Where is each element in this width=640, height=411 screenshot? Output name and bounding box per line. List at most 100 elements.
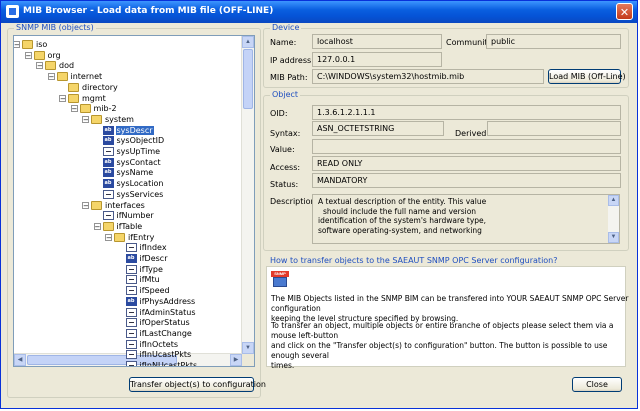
tree-node[interactable]: ab ifPhysAddress (125, 296, 197, 307)
tree-node[interactable]: sysUpTime (102, 146, 162, 157)
mib-object-icon (125, 339, 137, 349)
collapse-icon[interactable]: − (105, 233, 112, 241)
scroll-down-icon[interactable]: ▼ (608, 232, 619, 243)
collapse-icon[interactable]: − (93, 222, 101, 230)
tree-node[interactable]: − interfaces (82, 200, 146, 211)
tree-node[interactable]: ab sysObjectID (102, 135, 166, 146)
title-bar[interactable]: MIB Browser - Load data from MIB file (O… (1, 1, 637, 23)
collapse-icon[interactable]: − (14, 41, 20, 49)
syntax-field[interactable]: ASN_OCTETSTRING (312, 121, 444, 136)
tree-node[interactable]: − mib-2 (70, 103, 118, 114)
tree-node-label: ifDescr (139, 254, 168, 263)
string-object-icon: ab (102, 157, 114, 167)
description-box[interactable]: A textual description of the entity. Thi… (312, 194, 620, 244)
howto-paragraph-1: The MIB Objects listed in the SNMP BIM c… (271, 294, 637, 324)
transfer-objects-button[interactable]: Transfer object(s) to configuration (129, 377, 266, 392)
collapse-icon[interactable]: − (59, 94, 66, 102)
tree-node-label: mib-2 (93, 104, 117, 114)
scroll-right-icon[interactable]: ▶ (230, 354, 242, 366)
device-group-label: Device (270, 23, 302, 32)
object-group-label: Object (270, 90, 301, 99)
collapse-icon[interactable]: − (82, 115, 89, 123)
description-scrollbar[interactable]: ▲ ▼ (608, 195, 619, 243)
tree-node-label: ifAdminStatus (139, 307, 196, 317)
scroll-up-icon[interactable]: ▲ (608, 195, 619, 206)
tree-node[interactable]: ifMtu (125, 274, 161, 285)
tree-node[interactable]: − ifEntry (105, 232, 155, 243)
description-line: A textual description of the entity. Thi… (318, 197, 487, 206)
string-object-icon: ab (125, 296, 137, 306)
tree-node[interactable]: directory (68, 82, 119, 93)
mib-tree[interactable]: ▲ ▼ ◀ ▶ − iso − org − dod − internet directory − m… (13, 35, 255, 367)
string-object-icon: ab (102, 125, 114, 135)
collapse-icon[interactable]: − (70, 105, 78, 113)
tree-node-label: ifType (139, 264, 163, 274)
description-text: A textual description of the entity. Thi… (318, 197, 603, 235)
tree-node[interactable]: sysServices (102, 189, 165, 200)
tree-node[interactable]: − iso (14, 39, 48, 50)
tree-node[interactable]: − org (24, 50, 62, 61)
tree-node[interactable]: ifAdminStatus (125, 307, 197, 318)
tree-node[interactable]: ifNumber (102, 210, 155, 221)
oid-field[interactable]: 1.3.6.1.2.1.1.1 (312, 105, 621, 120)
derived-field[interactable] (487, 121, 621, 136)
tree-node[interactable]: − mgmt (59, 93, 107, 104)
howto-line: The MIB Objects listed in the SNMP BIM c… (271, 294, 629, 313)
mib-object-icon (125, 275, 137, 285)
collapse-icon[interactable]: − (24, 51, 32, 59)
mib-object-icon (125, 361, 137, 366)
tree-node[interactable]: ifInUcastPkts (125, 349, 193, 360)
tree-node-label: system (105, 114, 134, 124)
howto-line: and click on the "Transfer object(s) to … (271, 341, 608, 360)
value-field[interactable] (312, 139, 621, 154)
community-field[interactable]: public (486, 34, 621, 49)
window-close-button[interactable]: ✕ (616, 3, 633, 20)
snmp-icon: SNMP (271, 271, 289, 287)
tree-node-label: org (47, 50, 61, 60)
tree-node[interactable]: ifOperStatus (125, 317, 191, 328)
mib-object-icon (125, 264, 137, 274)
tree-node[interactable]: ifType (125, 264, 164, 275)
scroll-down-icon[interactable]: ▼ (242, 342, 254, 354)
collapse-icon[interactable]: − (36, 62, 43, 70)
collapse-icon[interactable]: − (82, 201, 89, 209)
tree-vscroll-thumb[interactable] (243, 49, 253, 109)
status-field[interactable]: MANDATORY (312, 173, 621, 188)
access-field[interactable]: READ ONLY (312, 156, 621, 171)
tree-node-label: mgmt (82, 93, 106, 103)
ip-address-field[interactable]: 127.0.0.1 (312, 52, 442, 67)
mib-object-icon (125, 328, 137, 338)
scroll-left-icon[interactable]: ◀ (14, 354, 26, 366)
tree-node[interactable]: ab sysLocation (102, 178, 165, 189)
derived-label: Derived: (455, 129, 490, 138)
scroll-up-icon[interactable]: ▲ (242, 36, 254, 48)
syntax-label: Syntax: (270, 129, 301, 138)
tree-node[interactable]: ifLastChange (125, 328, 193, 339)
tree-node[interactable]: ab ifDescr (125, 253, 169, 264)
tree-node[interactable]: ifSpeed (125, 285, 171, 296)
tree-node[interactable]: ifInOctets (125, 339, 180, 350)
tree-node-label: sysObjectID (116, 136, 165, 146)
folder-icon (45, 61, 56, 71)
tree-node[interactable]: − internet (47, 71, 104, 82)
tree-node-label: ifLastChange (139, 328, 192, 338)
tree-vertical-scrollbar[interactable]: ▲ ▼ (241, 36, 254, 354)
name-field[interactable]: localhost (312, 34, 442, 49)
tree-node[interactable]: ab sysContact (102, 157, 162, 168)
mib-object-icon (125, 286, 137, 296)
tree-node[interactable]: − system (82, 114, 135, 125)
tree-node[interactable]: ab sysDescr (102, 125, 154, 136)
tree-node[interactable]: − dod (36, 60, 75, 71)
howto-line: times. (271, 361, 295, 370)
load-mib-button[interactable]: Load MIB (Off-Line) (548, 69, 626, 84)
folder-icon (68, 93, 79, 103)
mib-path-field[interactable]: C:\WINDOWS\system32\hostmib.mib (312, 69, 544, 84)
tree-node[interactable]: ab sysName (102, 167, 155, 178)
tree-node-label: sysServices (116, 189, 164, 199)
tree-node-label: ifInOctets (139, 339, 179, 349)
collapse-icon[interactable]: − (47, 73, 55, 81)
tree-node[interactable]: ifIndex (125, 242, 168, 253)
tree-node[interactable]: − ifTable (93, 221, 144, 232)
close-button[interactable]: Close (572, 377, 622, 392)
tree-node[interactable]: ifInNUcastPkts (125, 360, 199, 366)
